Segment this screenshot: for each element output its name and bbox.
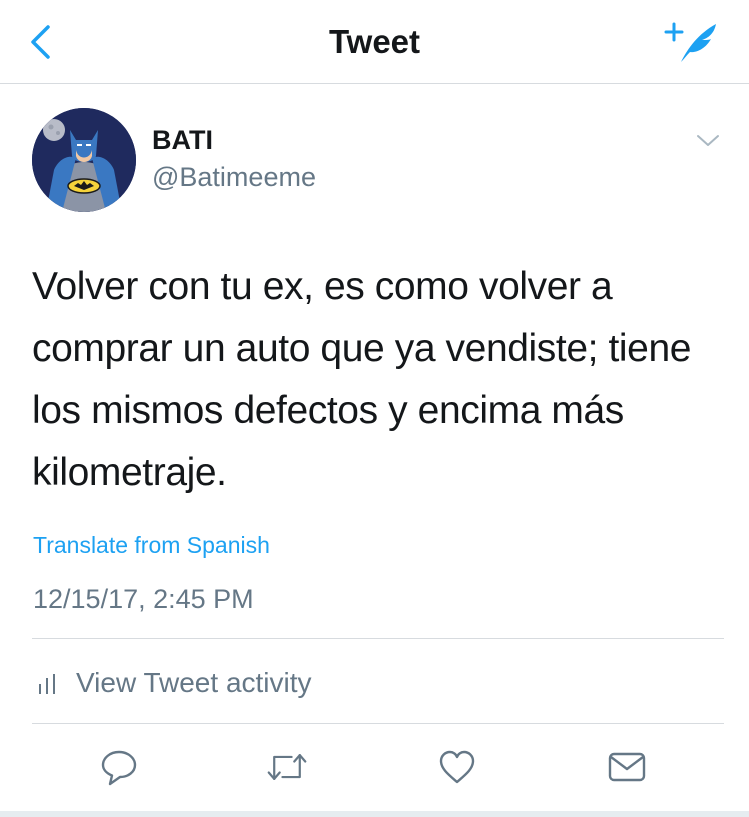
avatar[interactable] bbox=[32, 108, 136, 212]
divider bbox=[32, 638, 724, 639]
tweet-timestamp: 12/15/17, 2:45 PM bbox=[33, 584, 254, 614]
bottom-separator bbox=[0, 811, 749, 817]
user-display-name[interactable]: BATI bbox=[152, 124, 213, 156]
like-button[interactable] bbox=[436, 746, 478, 788]
chevron-down-icon bbox=[697, 135, 719, 146]
bar-chart-icon bbox=[39, 674, 55, 694]
page-title: Tweet bbox=[328, 23, 421, 60]
batman-avatar-image bbox=[32, 108, 136, 212]
view-tweet-activity-label: View Tweet activity bbox=[76, 667, 312, 698]
heart-icon bbox=[439, 750, 475, 784]
retweet-icon bbox=[267, 754, 307, 780]
tweet-options-button[interactable] bbox=[694, 130, 722, 150]
reply-icon bbox=[101, 750, 137, 786]
view-tweet-activity-link[interactable]: View Tweet activity bbox=[36, 666, 312, 700]
translate-link[interactable]: Translate from Spanish bbox=[33, 530, 270, 560]
retweet-button[interactable] bbox=[266, 746, 308, 788]
user-handle[interactable]: @Batimeeme bbox=[152, 161, 316, 193]
direct-message-button[interactable] bbox=[606, 746, 648, 788]
compose-tweet-button[interactable] bbox=[664, 18, 722, 66]
divider bbox=[32, 723, 724, 724]
compose-tweet-icon bbox=[664, 22, 716, 62]
tweet-text: Volver con tu ex, es como volver a compr… bbox=[32, 265, 692, 494]
reply-button[interactable] bbox=[98, 746, 140, 788]
navigation-bar: Tweet bbox=[0, 0, 749, 84]
envelope-icon bbox=[608, 752, 646, 782]
